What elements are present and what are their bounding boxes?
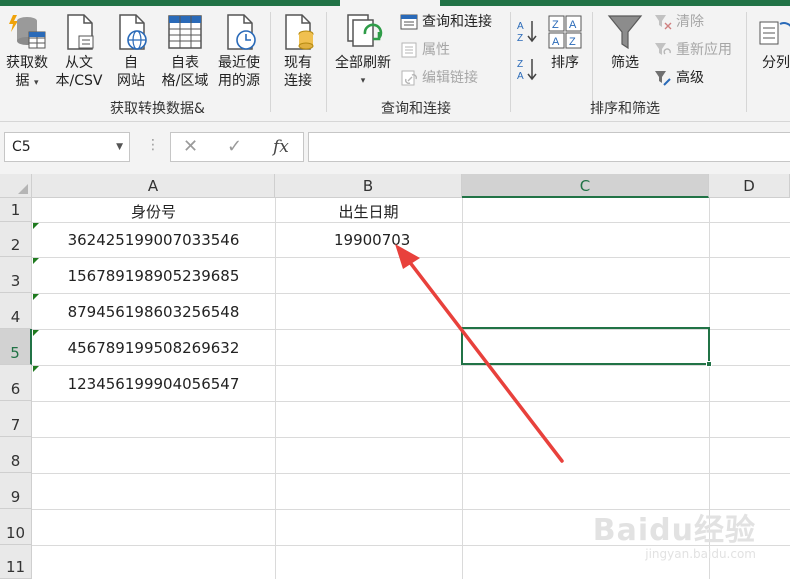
sort-filter-group-label: 排序和筛选 <box>590 101 660 117</box>
annotation-arrow-shaft <box>400 250 564 463</box>
enter-check-icon[interactable]: ✓ <box>227 136 242 157</box>
advanced-filter-label: 高级 <box>676 70 704 86</box>
edit-links-icon <box>401 70 417 86</box>
formula-buttons: ✕ ✓ fx <box>170 132 304 162</box>
recent-sources-label-2: 用的源 <box>218 73 260 89</box>
sort-ascending-button[interactable]: A Z <box>516 18 538 48</box>
edit-links-button[interactable]: 编辑链接 <box>400 69 478 87</box>
chevron-down-icon: ▾ <box>33 78 39 88</box>
from-text-label-1: 从文 <box>65 55 93 71</box>
get-data-label-2: 据 <box>15 73 30 89</box>
from-text-label-2: 本/CSV <box>55 73 103 89</box>
recent-sources-button[interactable]: 最近使 用的源 <box>214 12 264 90</box>
formula-input[interactable] <box>308 132 790 162</box>
from-table-range-button[interactable]: 自表 格/区域 <box>156 12 214 90</box>
properties-label: 属性 <box>422 42 450 58</box>
reapply-button[interactable]: 重新应用 <box>654 41 732 59</box>
database-icon <box>9 15 46 49</box>
reapply-icon <box>655 43 671 55</box>
clear-filter-button[interactable]: 清除 <box>654 13 704 31</box>
watermark-sub: jingyan.baidu.com <box>645 547 756 561</box>
sort-label: 排序 <box>551 55 579 71</box>
from-table-label-1: 自表 <box>171 55 199 71</box>
insert-function-icon[interactable]: fx <box>273 137 289 157</box>
sort-icon: Z A A Z <box>548 15 582 49</box>
svg-text:A: A <box>517 71 524 82</box>
clear-filter-label: 清除 <box>676 14 704 30</box>
refresh-icon <box>347 14 383 47</box>
annotation-arrow-head <box>395 244 420 269</box>
svg-text:A: A <box>569 19 577 31</box>
baidu-watermark: Baidu经验 jingyan.baidu.com <box>592 513 756 562</box>
chevron-down-icon[interactable]: ▼ <box>116 133 123 161</box>
get-data-button[interactable]: 获取数 据 ▾ <box>2 12 52 92</box>
advanced-filter-button[interactable]: 高级 <box>654 69 704 87</box>
svg-text:A: A <box>517 21 524 32</box>
filter-button[interactable]: 筛选 <box>602 12 648 72</box>
formula-bar-grip-icon[interactable]: ⋮ <box>146 137 160 153</box>
recent-source-icon <box>227 14 256 50</box>
worksheet-grid[interactable]: A B C D 1 2 3 4 5 6 7 8 9 10 11 身份号 出生日期… <box>0 174 790 579</box>
reapply-label: 重新应用 <box>676 42 732 58</box>
sort-ascending-icon: A Z <box>517 21 537 44</box>
svg-text:Z: Z <box>552 19 559 31</box>
existing-connections-label-2: 连接 <box>284 73 312 89</box>
from-table-label-2: 格/区域 <box>161 73 209 89</box>
group-separator <box>510 12 511 112</box>
text-to-columns-label: 分列 <box>762 55 790 71</box>
existing-connections-label-1: 现有 <box>284 55 312 71</box>
refresh-all-button[interactable]: 全部刷新 ▾ <box>330 12 396 90</box>
queries-connections-label: 查询和连接 <box>422 14 492 30</box>
chevron-down-icon: ▾ <box>360 76 366 86</box>
formula-bar: C5 ▼ ⋮ ✕ ✓ fx <box>0 122 790 174</box>
clear-filter-icon <box>655 15 672 30</box>
group-separator <box>746 12 747 112</box>
from-text-csv-button[interactable]: 从文 本/CSV <box>52 12 106 90</box>
query-connection-group-label: 查询和连接 <box>381 101 451 117</box>
text-file-icon <box>67 14 94 50</box>
from-web-button[interactable]: 自 网站 <box>108 12 154 90</box>
active-tab-indicator <box>340 0 440 8</box>
query-connection-icon <box>400 14 418 30</box>
name-box[interactable]: C5 ▼ <box>4 132 130 162</box>
text-to-columns-icon <box>759 21 790 45</box>
sort-button[interactable]: Z A A Z 排序 <box>544 12 586 72</box>
ribbon: 获取数 据 ▾ 从文 本/CSV 自 网站 自表 格/区域 最近使 用的源 现有… <box>0 0 790 122</box>
watermark-main: Baidu经验 <box>592 513 756 548</box>
svg-text:Z: Z <box>569 36 576 48</box>
name-box-value: C5 <box>12 139 31 155</box>
sort-descending-icon: Z A <box>517 59 537 82</box>
refresh-all-label: 全部刷新 <box>335 55 391 71</box>
advanced-filter-icon <box>655 71 671 86</box>
queries-connections-button[interactable]: 查询和连接 <box>400 13 492 31</box>
table-icon <box>168 15 202 49</box>
existing-connections-button[interactable]: 现有 连接 <box>276 12 320 90</box>
web-icon <box>119 14 147 50</box>
filter-label: 筛选 <box>611 55 639 71</box>
from-web-label-1: 自 <box>124 55 138 71</box>
existing-connection-icon <box>285 14 314 50</box>
group-separator <box>592 12 593 112</box>
properties-icon <box>401 42 417 58</box>
get-data-label-1: 获取数 <box>6 55 48 71</box>
text-to-columns-button[interactable]: 分列 <box>754 12 790 72</box>
get-transform-group-label: 获取转换数据& <box>110 101 205 117</box>
sort-descending-button[interactable]: Z A <box>516 56 538 86</box>
recent-sources-label-1: 最近使 <box>218 55 260 71</box>
group-separator <box>326 12 327 112</box>
svg-text:Z: Z <box>517 33 523 44</box>
filter-funnel-icon <box>607 15 643 50</box>
cancel-icon[interactable]: ✕ <box>183 136 198 157</box>
svg-text:Z: Z <box>517 59 523 70</box>
properties-button[interactable]: 属性 <box>400 41 450 59</box>
edit-links-label: 编辑链接 <box>422 70 478 86</box>
group-separator <box>270 12 271 112</box>
svg-text:A: A <box>552 36 560 48</box>
from-web-label-2: 网站 <box>117 73 145 89</box>
